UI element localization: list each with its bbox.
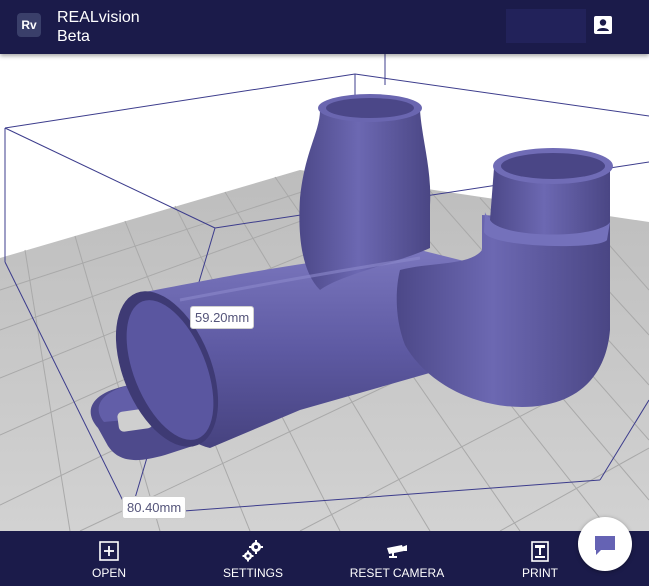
3d-viewport[interactable]: 59.20mm 80.40mm bbox=[0, 54, 649, 531]
dimension-depth-label: 80.40mm bbox=[122, 496, 187, 519]
bottom-toolbar: OPEN SETTINGS RESET CAMERA PRINT bbox=[0, 531, 649, 586]
chat-bubble-icon bbox=[595, 536, 615, 555]
reset-camera-button[interactable]: RESET CAMERA bbox=[343, 531, 451, 586]
scene-canvas[interactable] bbox=[0, 54, 649, 531]
dimension-width-label: 59.20mm bbox=[190, 306, 255, 329]
printer-icon bbox=[531, 541, 549, 562]
print-label: PRINT bbox=[522, 566, 558, 580]
settings-label: SETTINGS bbox=[222, 566, 283, 580]
settings-button[interactable]: SETTINGS bbox=[217, 531, 289, 586]
app-logo: Rv bbox=[17, 13, 41, 37]
camera-icon bbox=[387, 545, 407, 558]
print-button[interactable]: PRINT bbox=[515, 531, 565, 586]
chat-button[interactable] bbox=[578, 517, 632, 571]
reset-camera-label: RESET CAMERA bbox=[349, 566, 445, 580]
plus-box-icon bbox=[99, 541, 119, 561]
open-label: OPEN bbox=[91, 566, 126, 580]
app-header: Rv REALvision Beta bbox=[0, 0, 649, 54]
app-title-block: REALvision Beta bbox=[57, 8, 140, 46]
account-box-icon[interactable] bbox=[593, 15, 613, 35]
open-button[interactable]: OPEN bbox=[84, 531, 134, 586]
gears-icon bbox=[242, 540, 263, 562]
header-status-area bbox=[506, 9, 586, 43]
app-title: REALvision bbox=[57, 9, 140, 26]
app-subtitle: Beta bbox=[57, 28, 90, 45]
realvision-app: Rv REALvision Beta 59.20mm 80.40mm OPEN … bbox=[0, 0, 649, 586]
